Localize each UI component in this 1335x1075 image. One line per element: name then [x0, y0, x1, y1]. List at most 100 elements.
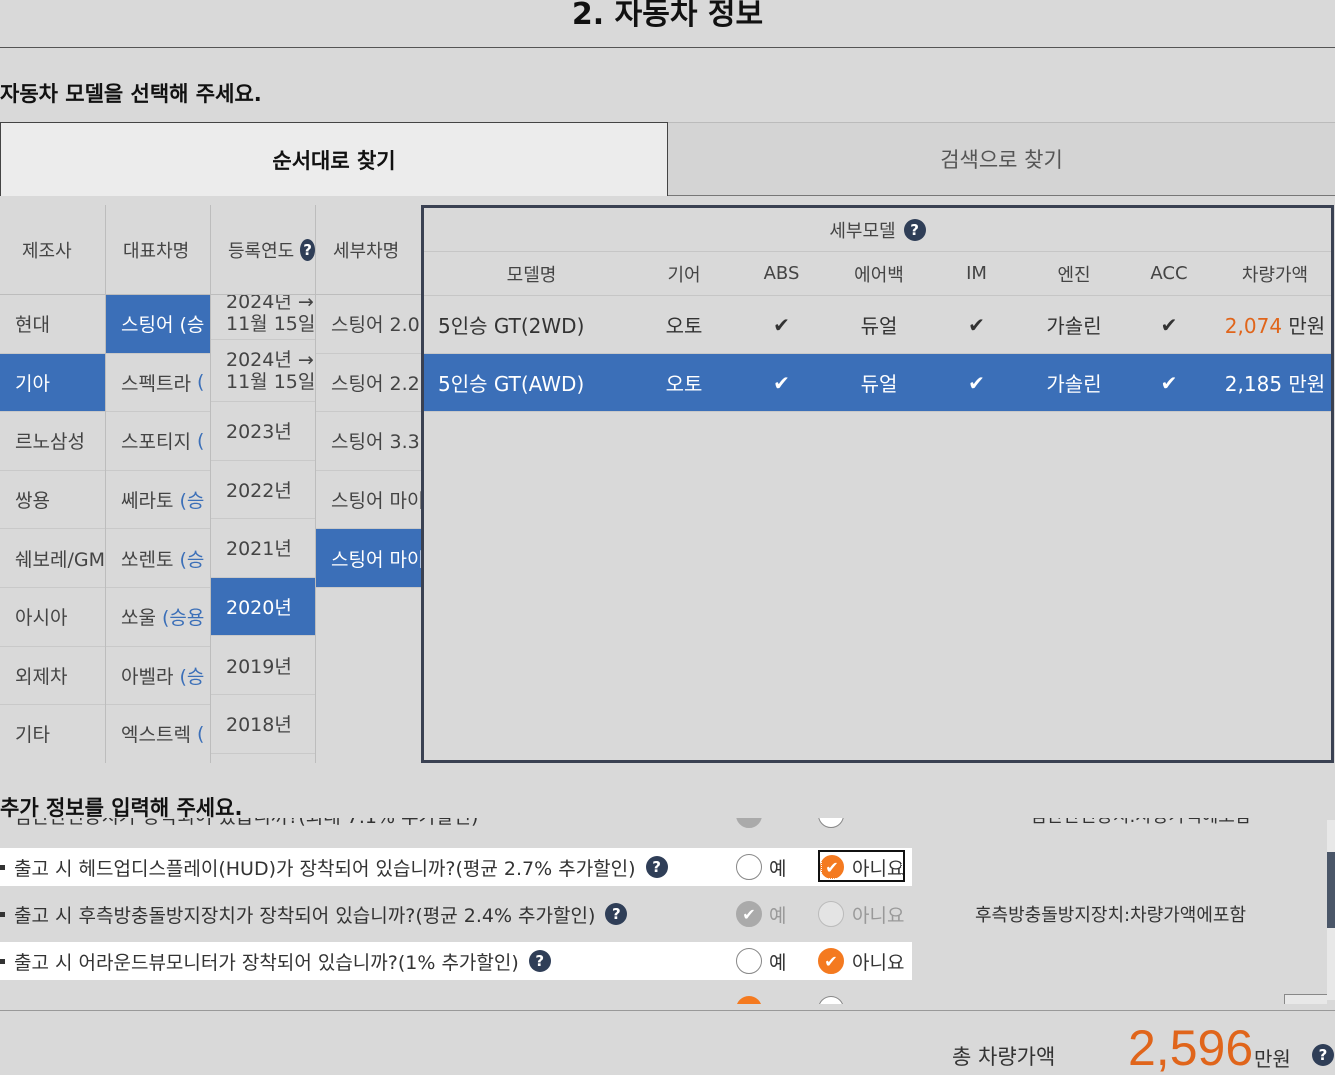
model-name: 5인승 GT(2WD): [438, 314, 585, 338]
rep-model-header: 대표차명: [106, 205, 210, 295]
radio-yes[interactable]: [736, 996, 762, 1004]
rep-model-name: 쏘울: [121, 607, 156, 630]
partial-input[interactable]: [1284, 994, 1327, 1004]
question-row-around-view: 출고 시 어라운드뷰모니터가 장착되어 있습니까?(1% 추가할인)? 예 ✔ …: [0, 942, 1327, 980]
year-item[interactable]: 2024년 → 11월 15일: [211, 340, 315, 402]
tab-sequential-search[interactable]: 순서대로 찾기: [0, 122, 668, 196]
sub-model-item[interactable]: 스팅어 마이: [316, 471, 422, 530]
focus-outline: [818, 850, 905, 882]
scrollbar-thumb[interactable]: [1327, 852, 1335, 928]
question-row-rear-collision: 출고 시 후측방충돌방지장치가 장착되어 있습니까?(평균 2.4% 추가할인)…: [0, 895, 1327, 933]
total-value: 2,596: [1128, 1020, 1254, 1075]
maker-item[interactable]: 아시아: [0, 588, 105, 647]
rep-model-name: 엑스트렉: [121, 724, 191, 747]
maker-item[interactable]: 쌍용: [0, 471, 105, 530]
radio-no-checked[interactable]: ✔: [818, 948, 844, 974]
im-check-icon: ✔: [968, 312, 985, 337]
abs-check-icon: ✔: [773, 312, 790, 337]
no-label: 아니요: [852, 904, 905, 927]
no-label[interactable]: 아니요: [852, 942, 904, 980]
sub-model-item[interactable]: 스팅어 3.3: [316, 412, 422, 471]
maker-item-selected[interactable]: 기아: [0, 353, 105, 413]
rep-model-item[interactable]: 스포티지 (: [106, 412, 210, 471]
maker-item[interactable]: 현대: [0, 295, 105, 354]
year-item[interactable]: 2021년: [211, 519, 315, 578]
abs-check-icon: ✔: [773, 370, 790, 395]
help-icon[interactable]: ?: [300, 238, 315, 261]
year-item[interactable]: 2019년: [211, 636, 315, 695]
detail-model-panel: 세부모델 ? 모델명 기어 ABS 에어백 IM 엔진 ACC 차량가액 5인승…: [421, 205, 1334, 763]
year-item[interactable]: 2024년 → 11월 15일: [211, 295, 315, 340]
rep-model-item[interactable]: 엑스트렉 (: [106, 705, 210, 763]
tab-keyword-search[interactable]: 검색으로 찾기: [668, 122, 1335, 196]
price-value: 2,074: [1224, 314, 1283, 338]
header-price: 차량가액: [1241, 264, 1309, 286]
sub-model-item[interactable]: 스팅어 2.0: [316, 295, 422, 354]
help-icon[interactable]: ?: [1312, 1044, 1334, 1066]
help-icon[interactable]: ?: [528, 950, 551, 972]
rep-model-type: (승: [179, 490, 205, 513]
help-icon[interactable]: ?: [645, 856, 668, 878]
sub-model-header: 세부차명: [316, 205, 422, 295]
radio-yes[interactable]: [736, 854, 762, 880]
rep-model-item[interactable]: 스펙트라 (: [106, 354, 210, 413]
question-row-partial: [0, 990, 1327, 1004]
airbag: 듀얼: [860, 372, 898, 396]
question-text: 출고 시 후측방충돌방지장치가 장착되어 있습니까?(평균 2.4% 추가할인)…: [0, 895, 628, 933]
radio-no[interactable]: [818, 818, 844, 828]
radio-yes[interactable]: [736, 948, 762, 974]
yes-label: 예: [769, 904, 787, 927]
sub-model-item[interactable]: 스팅어 2.2: [316, 354, 422, 413]
year-line2: 11월 15일: [226, 313, 315, 335]
header-gear: 기어: [667, 264, 701, 286]
year-item[interactable]: 2022년: [211, 461, 315, 520]
maker-header: 제조사: [0, 205, 105, 295]
detail-model-row-selected[interactable]: 5인승 GT(AWD) 오토 ✔ 듀얼 ✔ 가솔린 ✔ 2,185 만원: [424, 354, 1331, 412]
extra-questions-list: 첨단안전장치가 장착되어 있습니까?(최대 7.1% 추가할인) 첨단안전장치:…: [0, 818, 1327, 1004]
model-name: 5인승 GT(AWD): [438, 372, 585, 396]
rep-model-item[interactable]: 쏘렌토 (승: [106, 529, 210, 588]
question-text: 출고 시 어라운드뷰모니터가 장착되어 있습니까?(1% 추가할인)?: [0, 942, 551, 980]
total-unit: 만원: [1254, 1047, 1291, 1071]
radio-no-disabled: [818, 901, 844, 927]
header-acc: ACC: [1150, 263, 1188, 284]
maker-item[interactable]: 쉐보레/GM: [0, 529, 105, 588]
year-column: 등록연도? 2024년 → 11월 15일 2024년 → 11월 15일 2023…: [211, 205, 316, 763]
year-line1: 2024년 →: [226, 295, 314, 313]
radio-no[interactable]: [818, 996, 844, 1004]
detail-model-row[interactable]: 5인승 GT(2WD) 오토 ✔ 듀얼 ✔ 가솔린 ✔ 2,074 만원: [424, 296, 1331, 354]
rep-model-name: 쏘렌토: [121, 548, 174, 571]
yes-label[interactable]: 예: [769, 848, 786, 886]
total-label: 총 차량가액: [952, 1045, 1056, 1069]
engine: 가솔린: [1046, 372, 1102, 396]
sub-model-item-selected[interactable]: 스팅어 마이: [316, 529, 422, 588]
yes-label[interactable]: 예: [769, 942, 786, 980]
gear: 오토: [665, 314, 703, 338]
question-text: 출고 시 헤드업디스플레이(HUD)가 장착되어 있습니까?(평균 2.7% 추…: [0, 848, 668, 886]
year-header-label: 등록연도: [228, 240, 295, 262]
extra-scrollbar[interactable]: [1327, 820, 1335, 1000]
maker-item[interactable]: 외제차: [0, 647, 105, 706]
rep-model-item[interactable]: 아벨라 (승: [106, 647, 210, 706]
rep-model-item[interactable]: 쏘울 (승용: [106, 588, 210, 647]
question-row-hud: 출고 시 헤드업디스플레이(HUD)가 장착되어 있습니까?(평균 2.7% 추…: [0, 848, 1327, 886]
rep-model-name: 아벨라: [121, 665, 174, 688]
detail-title-label: 세부모델: [829, 220, 896, 242]
question-label: 출고 시 어라운드뷰모니터가 장착되어 있습니까?(1% 추가할인): [14, 951, 519, 974]
year-item[interactable]: 2023년: [211, 402, 315, 461]
rep-model-item-selected[interactable]: 스팅어 (승: [106, 295, 210, 354]
radio-yes[interactable]: [736, 818, 762, 828]
sub-model-column: 세부차명 스팅어 2.0 스팅어 2.2 스팅어 3.3 스팅어 마이 스팅어 …: [316, 205, 422, 763]
extra-info-title: 추가 정보를 입력해 주세요.: [0, 796, 243, 820]
rep-model-name: 스팅어: [121, 314, 174, 337]
detail-model-title: 세부모델 ?: [424, 208, 1331, 252]
help-icon[interactable]: ?: [903, 218, 926, 241]
maker-item[interactable]: 기타: [0, 705, 105, 763]
rep-model-item[interactable]: 쎄라토 (승: [106, 471, 210, 530]
year-item-selected[interactable]: 2020년: [211, 577, 315, 637]
price: 2,185 만원: [1219, 368, 1331, 397]
help-icon[interactable]: ?: [605, 903, 628, 925]
maker-item[interactable]: 르노삼성: [0, 412, 105, 471]
year-item[interactable]: 2018년: [211, 695, 315, 754]
rep-model-name: 스포티지: [121, 431, 191, 454]
